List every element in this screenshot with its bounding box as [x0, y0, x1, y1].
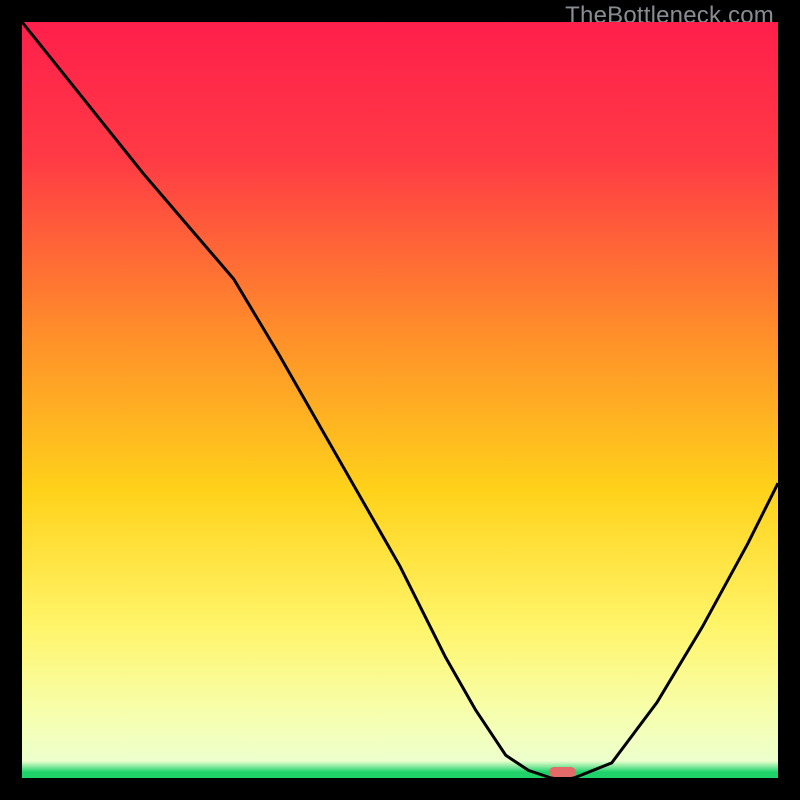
optimum-marker	[549, 767, 576, 778]
chart-frame	[22, 22, 778, 778]
bottleneck-curve	[22, 22, 778, 778]
curve-path	[22, 22, 778, 778]
